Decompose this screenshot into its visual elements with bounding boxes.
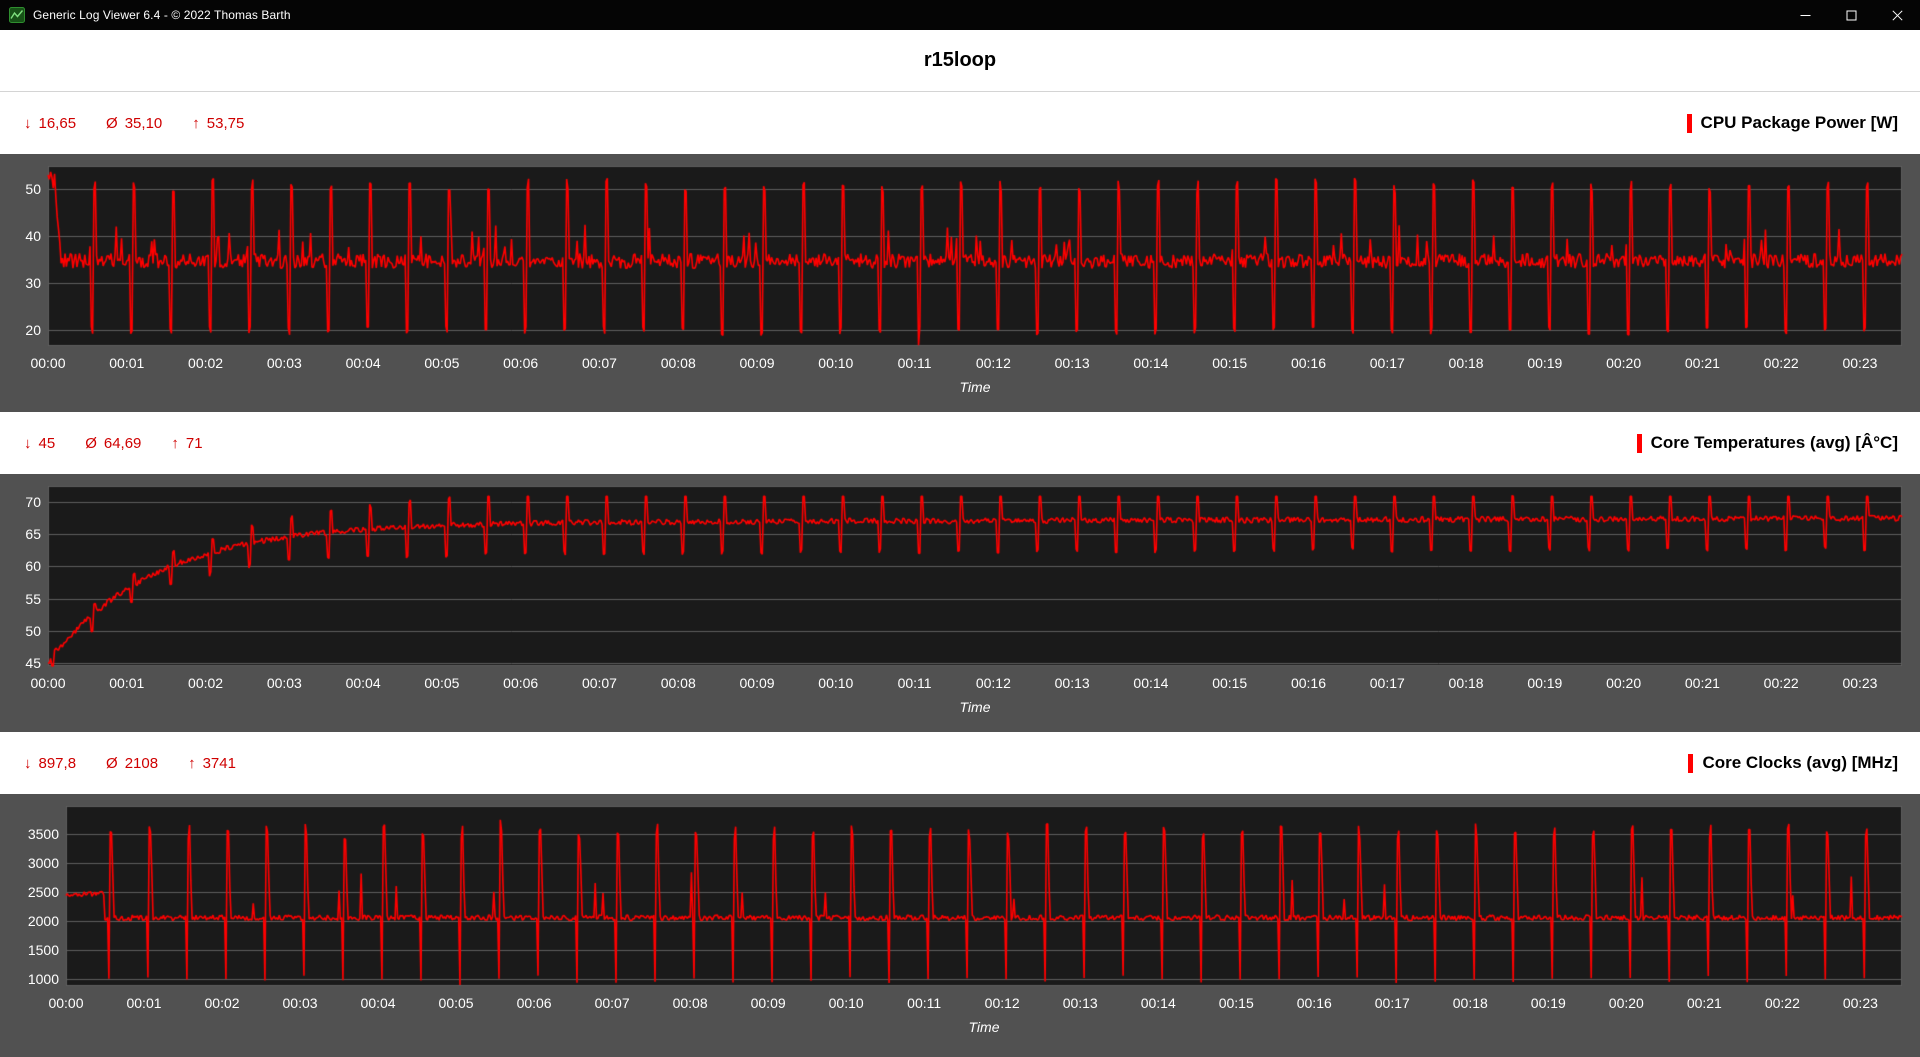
stats-bar-temperature: ↓ 45 Ø 64,69 ↑ 71 Core Temperatures (avg… — [0, 412, 1920, 474]
stats-bar-clocks: ↓ 897,8 Ø 2108 ↑ 3741 Core Clocks (avg) … — [0, 732, 1920, 794]
avg-icon: Ø — [106, 754, 118, 772]
max-value: 3741 — [202, 754, 236, 772]
section-cpu-package-power: ↓ 16,65 Ø 35,10 ↑ 53,75 CPU Package Powe… — [0, 92, 1920, 412]
series-legend: CPU Package Power [W] — [1686, 113, 1898, 133]
max-arrow-icon: ↑ — [188, 754, 196, 772]
avg-icon: Ø — [106, 114, 118, 132]
min-value: 16,65 — [38, 114, 77, 132]
avg-icon: Ø — [85, 434, 97, 452]
close-button[interactable] — [1874, 0, 1920, 30]
legend-color-bar — [1688, 753, 1694, 773]
max-value: 71 — [185, 434, 203, 452]
window-controls — [1782, 0, 1920, 30]
stats-group: ↓ 897,8 Ø 2108 ↑ 3741 — [24, 755, 236, 772]
stat-min: ↓ 16,65 — [24, 115, 76, 132]
stat-max: ↑ 3741 — [188, 755, 236, 772]
minimize-button[interactable] — [1782, 0, 1828, 30]
log-header: r15loop — [0, 30, 1920, 92]
avg-value: 2108 — [124, 754, 159, 772]
min-arrow-icon: ↓ — [24, 114, 32, 132]
window-title: Generic Log Viewer 6.4 - © 2022 Thomas B… — [33, 8, 291, 22]
app-icon — [9, 7, 25, 23]
chart-title: Core Temperatures (avg) [Â°C] — [1650, 433, 1898, 452]
section-core-clocks: ↓ 897,8 Ø 2108 ↑ 3741 Core Clocks (avg) … — [0, 732, 1920, 1057]
section-core-temperatures: ↓ 45 Ø 64,69 ↑ 71 Core Temperatures (avg… — [0, 412, 1920, 732]
min-arrow-icon: ↓ — [24, 434, 32, 452]
stat-min: ↓ 897,8 — [24, 755, 76, 772]
stats-group: ↓ 16,65 Ø 35,10 ↑ 53,75 — [24, 115, 244, 132]
max-arrow-icon: ↑ — [192, 114, 200, 132]
avg-value: 64,69 — [103, 434, 142, 452]
chart-title: CPU Package Power [W] — [1700, 113, 1898, 132]
legend-color-bar — [1636, 433, 1642, 453]
min-value: 45 — [38, 434, 56, 452]
stat-avg: Ø 64,69 — [85, 435, 141, 452]
avg-value: 35,10 — [124, 114, 163, 132]
chart-canvas-core-clocks[interactable] — [0, 794, 1920, 1057]
stat-max: ↑ 71 — [171, 435, 202, 452]
stat-avg: Ø 2108 — [106, 755, 158, 772]
min-arrow-icon: ↓ — [24, 754, 32, 772]
chart-canvas-cpu-package-power[interactable] — [0, 154, 1920, 412]
stat-max: ↑ 53,75 — [192, 115, 244, 132]
maximize-button[interactable] — [1828, 0, 1874, 30]
stats-group: ↓ 45 Ø 64,69 ↑ 71 — [24, 435, 203, 452]
series-legend: Core Clocks (avg) [MHz] — [1688, 753, 1898, 773]
stats-bar-power: ↓ 16,65 Ø 35,10 ↑ 53,75 CPU Package Powe… — [0, 92, 1920, 154]
chart-canvas-core-temperatures[interactable] — [0, 474, 1920, 732]
min-value: 897,8 — [38, 754, 77, 772]
stat-min: ↓ 45 — [24, 435, 55, 452]
series-legend: Core Temperatures (avg) [Â°C] — [1636, 433, 1898, 453]
max-value: 53,75 — [206, 114, 245, 132]
chart-title: Core Clocks (avg) [MHz] — [1702, 753, 1898, 772]
chart-area-core-temperatures: 45 50 55 60 65 70 00:00 00:01 00:02 00:03 00:04 00:… — [0, 474, 1920, 732]
log-title: r15loop — [923, 49, 997, 71]
max-arrow-icon: ↑ — [171, 434, 179, 452]
legend-color-bar — [1686, 113, 1692, 133]
stat-avg: Ø 35,10 — [106, 115, 162, 132]
titlebar: Generic Log Viewer 6.4 - © 2022 Thomas B… — [0, 0, 1920, 30]
app-window: Generic Log Viewer 6.4 - © 2022 Thomas B… — [0, 0, 1920, 1057]
chart-area-cpu-package-power: 20 30 40 50 00:00 00:01 00:02 00:03 00:04 00:05 00… — [0, 154, 1920, 412]
chart-area-core-clocks: 1000 1500 2000 2500 3000 3500 00:00 00:01 00:02 0… — [0, 794, 1920, 1057]
